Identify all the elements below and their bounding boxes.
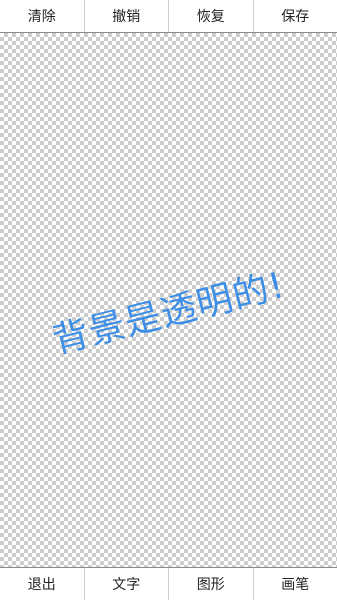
drawing-canvas[interactable]: 背景是透明的! <box>0 33 337 567</box>
save-button[interactable]: 保存 <box>254 0 337 32</box>
undo-button[interactable]: 撤销 <box>85 0 169 32</box>
top-toolbar: 清除 撤销 恢复 保存 <box>0 0 337 33</box>
brush-tool-button[interactable]: 画笔 <box>254 568 337 600</box>
clear-button[interactable]: 清除 <box>0 0 85 32</box>
exit-button[interactable]: 退出 <box>0 568 85 600</box>
shape-tool-button[interactable]: 图形 <box>169 568 254 600</box>
text-tool-button[interactable]: 文字 <box>85 568 169 600</box>
bottom-toolbar: 退出 文字 图形 画笔 <box>0 567 337 600</box>
redo-button[interactable]: 恢复 <box>169 0 254 32</box>
canvas-handwritten-text: 背景是透明的! <box>48 264 289 363</box>
